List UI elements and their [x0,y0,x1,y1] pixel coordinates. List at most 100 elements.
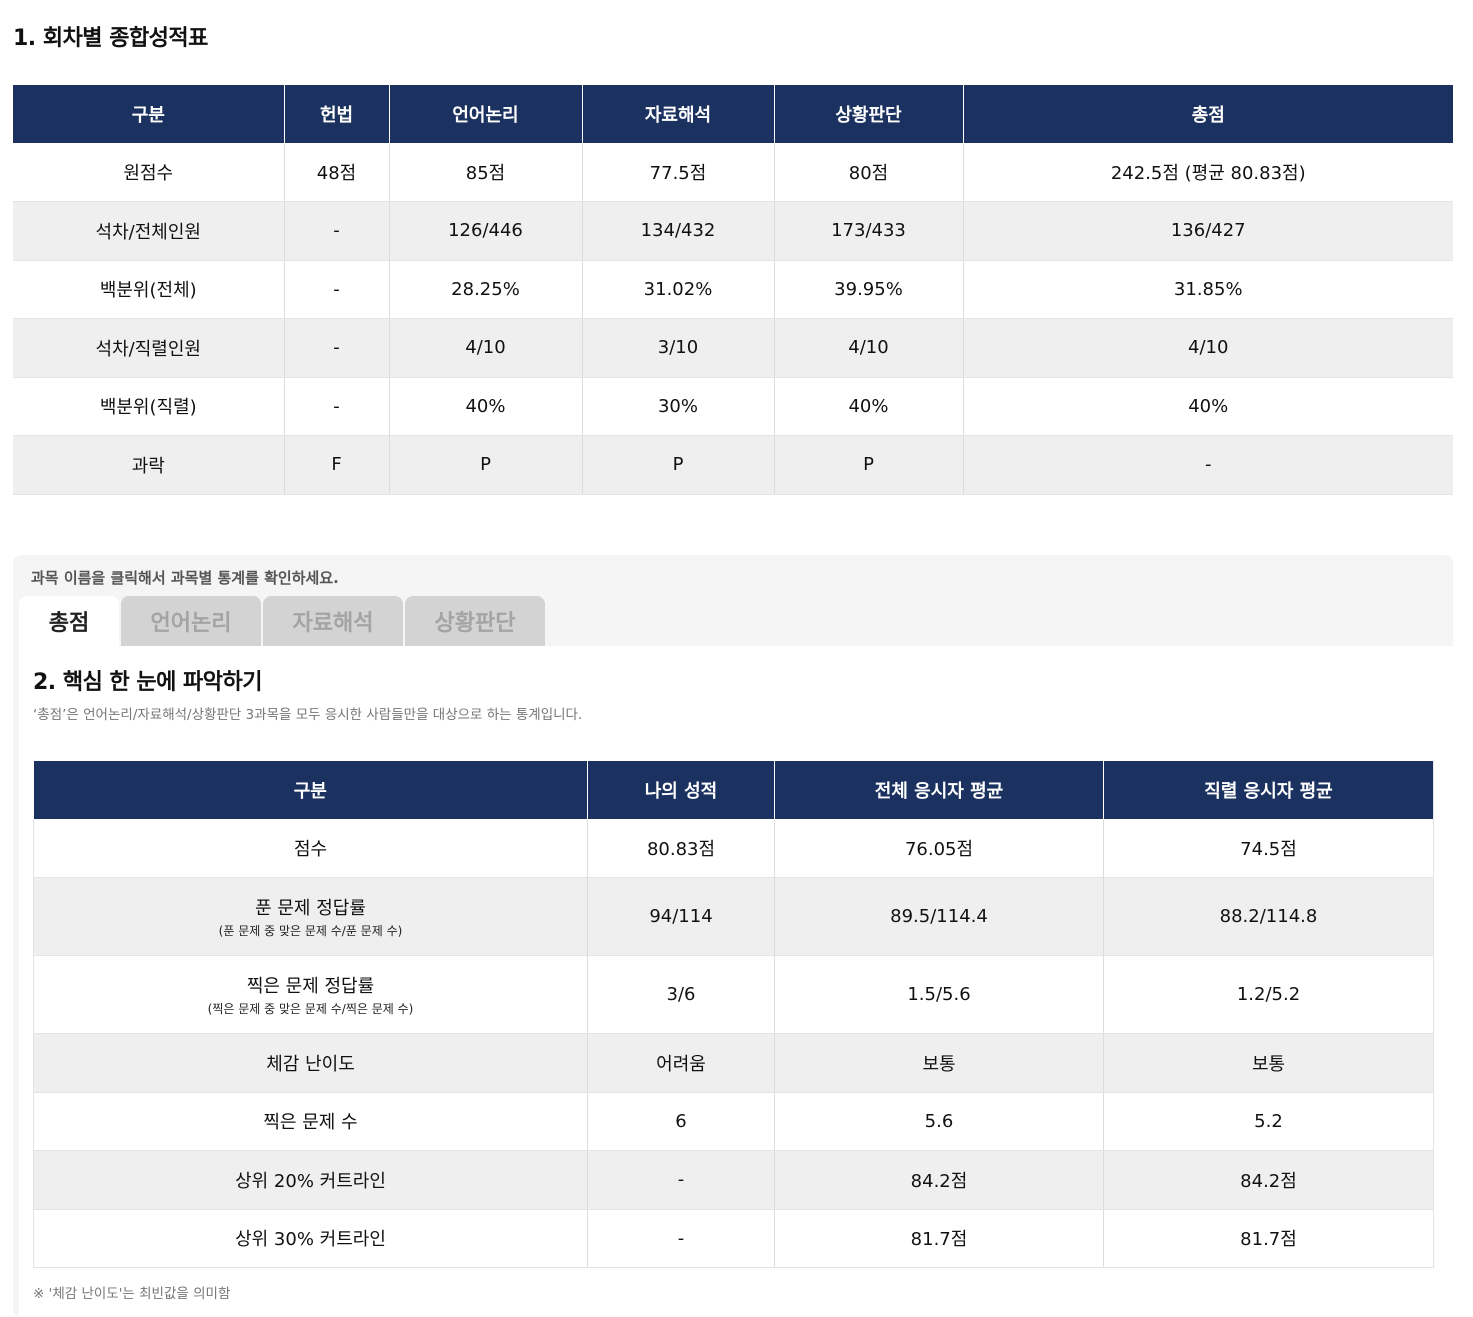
table-cell: 48점 [283,143,389,202]
table-cell: 보통 [774,1033,1104,1093]
table-cell: 81.7점 [1103,1209,1434,1268]
table-cell: 77.5점 [581,143,774,202]
table-cell: 1.2/5.2 [1103,955,1434,1034]
column-header: 상황판단 [773,85,963,143]
row-label-text: 체감 난이도 [266,1053,355,1075]
column-header: 헌법 [283,85,389,143]
table-cell: 88.2/114.8 [1103,877,1434,956]
table-cell: 242.5점 (평균 80.83점) [962,143,1453,202]
table-cell: 85점 [388,143,582,202]
column-header: 총점 [962,85,1453,143]
column-header: 구분 [13,85,284,143]
table-cell: F [283,435,389,495]
table-cell: 76.05점 [774,819,1104,878]
table-cell: 4/10 [773,318,963,378]
table-cell: P [581,435,774,495]
table-row: 석차/전체인원 - 126/446 134/432 173/433 136/42… [13,201,1453,261]
section1-title: 1. 회차별 종합성적표 [13,26,208,51]
row-label-text: 상위 20% 커트라인 [235,1170,386,1192]
row-label: 점수 [33,819,588,878]
table-row: 체감 난이도 어려움 보통 보통 [33,1033,1434,1093]
table-cell: 31.85% [962,260,1453,319]
tab-situational-judgment[interactable]: 상황판단 [405,596,545,646]
row-label: 석차/직렬인원 [13,318,284,378]
row-label: 상위 20% 커트라인 [33,1150,588,1210]
footnote: ※ '체감 난이도'는 최빈값을 의미함 [33,1286,231,1302]
row-label: 체감 난이도 [33,1033,588,1093]
table-cell: 31.02% [581,260,774,319]
table-cell: 136/427 [962,201,1453,261]
overall-score-table: 구분 헌법 언어논리 자료해석 상황판단 총점 원점수 48점 85점 77.5… [13,85,1453,495]
table-cell: 134/432 [581,201,774,261]
table-cell: 126/446 [388,201,582,261]
table-cell: - [962,435,1453,495]
row-label-text: 상위 30% 커트라인 [235,1229,386,1251]
row-label: 푼 문제 정답률 (푼 문제 중 맞은 문제 수/푼 문제 수) [33,877,588,956]
row-label-text: 찍은 문제 수 [263,1112,358,1134]
section2-description: ‘총점’은 언어논리/자료해석/상황판단 3과목을 모두 응시한 사람들만을 대… [33,707,583,723]
subject-stats-panel: 과목 이름을 클릭해서 과목별 통계를 확인하세요. 총점 언어논리 자료해석 … [13,555,1453,1317]
table-cell: - [283,318,389,378]
row-label: 백분위(전체) [13,260,284,319]
table-cell: 5.2 [1103,1092,1434,1151]
table-cell: 94/114 [587,877,775,956]
table-cell: 84.2점 [774,1150,1104,1210]
table-cell: - [283,377,389,436]
table-cell: - [283,201,389,261]
tab-data-interpretation[interactable]: 자료해석 [263,596,403,646]
table-cell: 40% [388,377,582,436]
row-label-subtext: (푼 문제 중 맞은 문제 수/푼 문제 수) [218,924,403,938]
table-cell: 81.7점 [774,1209,1104,1268]
row-label: 석차/전체인원 [13,201,284,261]
column-header: 구분 [33,761,588,819]
table-cell: 28.25% [388,260,582,319]
table-cell: 39.95% [773,260,963,319]
table-cell: 1.5/5.6 [774,955,1104,1034]
panel-hint: 과목 이름을 클릭해서 과목별 통계를 확인하세요. [31,569,339,587]
row-label-text: 찍은 문제 정답률 [246,976,375,997]
column-header: 직렬 응시자 평균 [1103,761,1434,819]
row-label: 백분위(직렬) [13,377,284,436]
table-cell: 3/6 [587,955,775,1034]
table-cell: 30% [581,377,774,436]
table-row: 석차/직렬인원 - 4/10 3/10 4/10 4/10 [13,318,1453,378]
table-cell: 173/433 [773,201,963,261]
row-label-text: 점수 [293,839,328,860]
tab-total[interactable]: 총점 [19,596,119,646]
table-cell: 80점 [773,143,963,202]
table-cell: 40% [962,377,1453,436]
table-header-row: 구분 나의 성적 전체 응시자 평균 직렬 응시자 평균 [33,761,1434,819]
row-label: 과락 [13,435,284,495]
table-cell: - [283,260,389,319]
table-cell: P [388,435,582,495]
table-cell: 84.2점 [1103,1150,1434,1210]
table-row: 찍은 문제 정답률 (찍은 문제 중 맞은 문제 수/찍은 문제 수) 3/6 … [33,955,1434,1034]
table-row: 백분위(직렬) - 40% 30% 40% 40% [13,377,1453,436]
table-header-row: 구분 헌법 언어논리 자료해석 상황판단 총점 [13,85,1453,143]
tab-verbal-logic[interactable]: 언어논리 [121,596,261,646]
table-cell: - [587,1209,775,1268]
table-row: 푼 문제 정답률 (푼 문제 중 맞은 문제 수/푼 문제 수) 94/114 … [33,877,1434,956]
key-summary-table: 구분 나의 성적 전체 응시자 평균 직렬 응시자 평균 점수 80.83점 7… [33,761,1434,1268]
row-label: 원점수 [13,143,284,202]
table-row: 원점수 48점 85점 77.5점 80점 242.5점 (평균 80.83점) [13,143,1453,202]
table-row: 과락 F P P P - [13,435,1453,495]
column-header: 나의 성적 [587,761,775,819]
row-label: 찍은 문제 정답률 (찍은 문제 중 맞은 문제 수/찍은 문제 수) [33,955,588,1034]
column-header: 언어논리 [388,85,582,143]
table-cell: 5.6 [774,1092,1104,1151]
table-cell: 어려움 [587,1033,775,1093]
row-label: 상위 30% 커트라인 [33,1209,588,1268]
table-row: 상위 30% 커트라인 - 81.7점 81.7점 [33,1209,1434,1268]
tab-content: 2. 핵심 한 눈에 파악하기 ‘총점’은 언어논리/자료해석/상황판단 3과목… [19,646,1453,1317]
table-cell: 보통 [1103,1033,1434,1093]
table-cell: - [587,1150,775,1210]
table-row: 상위 20% 커트라인 - 84.2점 84.2점 [33,1150,1434,1210]
table-cell: 40% [773,377,963,436]
table-cell: 4/10 [962,318,1453,378]
table-cell: 6 [587,1092,775,1151]
row-label-text: 푼 문제 정답률 [255,898,366,919]
column-header: 자료해석 [581,85,774,143]
table-cell: 74.5점 [1103,819,1434,878]
column-header: 전체 응시자 평균 [774,761,1104,819]
